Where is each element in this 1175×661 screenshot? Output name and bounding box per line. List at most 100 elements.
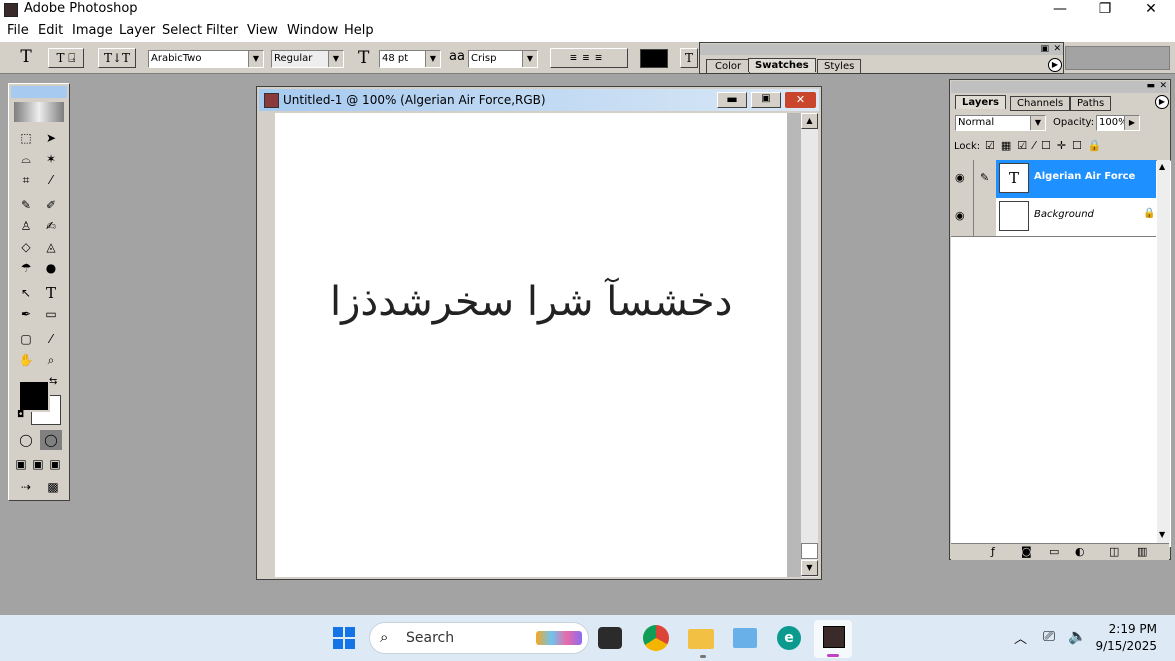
vertical-scrollbar[interactable]: ▲ ▼ [801,113,818,577]
task-view-icon[interactable] [598,627,622,649]
adjustment-layer-icon[interactable]: ◐ [1075,545,1085,558]
new-layer-icon[interactable]: ◫ [1109,545,1119,558]
volume-icon[interactable]: 🔈 [1068,627,1087,645]
blur-tool-icon[interactable]: ☂ [15,258,37,278]
marquee-tool-icon[interactable]: ⬚ [15,128,37,148]
font-family-select[interactable]: ArabicTwo ▼ [148,50,264,68]
rectangle-tool-icon[interactable]: ▭ [40,304,62,324]
antialias-select[interactable]: Crisp ▼ [468,50,538,68]
path-selection-tool-icon[interactable]: ↖ [15,283,37,303]
hand-tool-icon[interactable]: ✋ [15,350,37,370]
warp-text-icon[interactable]: T [680,48,698,68]
pen-tool-icon[interactable]: ✒ [15,304,37,324]
layers-scrollbar[interactable]: ▲ ▼ [1157,160,1170,546]
scroll-down-arrow-icon[interactable]: ▼ [1159,530,1165,539]
restore-button[interactable]: ❐ [1082,0,1128,20]
menu-filter[interactable]: Filter [206,23,238,38]
taskbar-search[interactable]: ⌕ Search [369,622,589,654]
menu-help[interactable]: Help [344,23,374,38]
menu-image[interactable]: Image [72,23,113,38]
standard-screen-icon[interactable]: ▣ [13,454,29,474]
minimize-palette-icon[interactable]: ▬ [1146,81,1155,92]
close-palette-icon[interactable]: ✕ [1053,44,1061,54]
scroll-up-arrow-icon[interactable]: ▲ [801,113,818,129]
font-style-select[interactable]: Regular ▼ [271,50,344,68]
imageready-icon[interactable]: ▩ [42,477,64,497]
history-brush-tool-icon[interactable]: ✍ [40,216,62,236]
layer-mask-icon[interactable]: ◙ [1021,545,1032,558]
paint-bucket-tool-icon[interactable]: ◬ [40,237,62,257]
blend-mode-select[interactable]: Normal ▼ [955,115,1046,131]
eye-icon[interactable]: ◉ [955,171,965,184]
horizontal-type-icon[interactable]: T ⍈ [48,48,84,68]
eyedropper-tool-icon[interactable]: ⁄ [40,329,62,349]
brush-tool-icon[interactable]: ✐ [40,195,62,215]
default-colors-icon[interactable]: ◘ [17,410,24,420]
slice-tool-icon[interactable]: ⁄ [40,170,62,190]
eye-icon[interactable]: ◉ [955,209,965,222]
windows-start-icon[interactable] [333,627,355,649]
menu-select[interactable]: Select [162,23,202,38]
clock-time[interactable]: 2:19 PM [1100,622,1157,636]
close-button[interactable]: ✕ [1128,0,1174,20]
clone-stamp-tool-icon[interactable]: ♙ [15,216,37,236]
lock-options-icons[interactable]: ☑▦☑⁄☐✛☐🔒 [985,139,1108,152]
brush-icon[interactable]: ✎ [980,171,989,184]
tab-swatches[interactable]: Swatches [748,58,816,72]
jump-to-imageready-icon[interactable]: ⇢ [13,477,39,497]
notes-tool-icon[interactable]: ▢ [15,329,37,349]
palette-menu-icon[interactable]: ▶ [1048,58,1062,72]
healing-brush-tool-icon[interactable]: ✎ [15,195,37,215]
edge-legacy-icon[interactable]: e [777,626,801,650]
eraser-tool-icon[interactable]: ◇ [15,237,37,257]
doc-close-button[interactable]: ✕ [785,92,816,108]
chevron-up-icon[interactable]: ︿ [1014,628,1027,647]
network-icon[interactable]: ⎚ [1043,627,1055,645]
scroll-thumb[interactable] [801,543,818,559]
magic-wand-tool-icon[interactable]: ✶ [40,149,62,169]
lasso-tool-icon[interactable]: ⌓ [15,149,37,169]
tab-channels[interactable]: Channels [1010,96,1071,111]
menu-file[interactable]: File [7,23,29,38]
font-size-select[interactable]: 48 pt ▼ [379,50,441,68]
type-tool-preset-icon[interactable]: T [14,48,38,70]
new-set-icon[interactable]: ▭ [1049,545,1059,558]
menu-window[interactable]: Window [287,23,338,38]
move-tool-icon[interactable]: ➤ [40,128,62,148]
doc-maximize-button[interactable]: ▣ [751,92,781,108]
tab-styles[interactable]: Styles [817,59,862,74]
tab-color[interactable]: Color [706,59,751,74]
menu-layer[interactable]: Layer [119,23,155,38]
dodge-tool-icon[interactable]: ● [40,258,62,278]
layer-row-background[interactable]: ◉ Background 🔒 [951,198,1156,237]
scroll-down-arrow-icon[interactable]: ▼ [801,560,818,576]
standard-mode-icon[interactable]: ◯ [15,430,37,450]
photoshop-taskbar-active[interactable] [814,620,852,658]
full-screen-icon[interactable]: ▣ [47,454,63,474]
foreground-color-swatch[interactable] [18,380,50,412]
full-screen-menu-icon[interactable]: ▣ [30,454,46,474]
zoom-tool-icon[interactable]: ⌕ [40,350,62,370]
file-explorer-icon[interactable] [688,629,714,649]
text-alignment-group[interactable]: ≡≡≡ [550,48,628,68]
tab-paths[interactable]: Paths [1070,96,1112,111]
layer-row-algerian-air-force[interactable]: ◉ ✎ T Algerian Air Force [951,160,1156,198]
layer-style-icon[interactable]: ƒ [991,545,995,558]
type-mask-icon[interactable]: T↓T [98,48,136,68]
document-canvas[interactable]: دخشسآ شرا سخرشدذزا [275,113,787,577]
crop-tool-icon[interactable]: ⌗ [15,170,37,190]
chrome-icon[interactable] [643,625,669,651]
minimize-palette-icon[interactable]: ▣ [1040,44,1049,54]
menu-edit[interactable]: Edit [38,23,63,38]
swap-colors-icon[interactable]: ⇆ [49,376,57,387]
close-palette-icon[interactable]: ✕ [1159,81,1167,92]
tab-layers[interactable]: Layers [955,95,1006,109]
text-color-swatch[interactable] [640,49,668,68]
clock-date[interactable]: 9/15/2025 [1095,639,1157,653]
trash-icon[interactable]: ▥ [1137,545,1147,558]
scroll-up-arrow-icon[interactable]: ▲ [1159,162,1165,171]
opacity-input[interactable]: 100% ▶ [1096,115,1140,131]
palette-menu-icon[interactable]: ▶ [1155,95,1169,109]
control-panel-icon[interactable] [733,628,757,648]
quick-mask-mode-icon[interactable]: ◯ [40,430,62,450]
